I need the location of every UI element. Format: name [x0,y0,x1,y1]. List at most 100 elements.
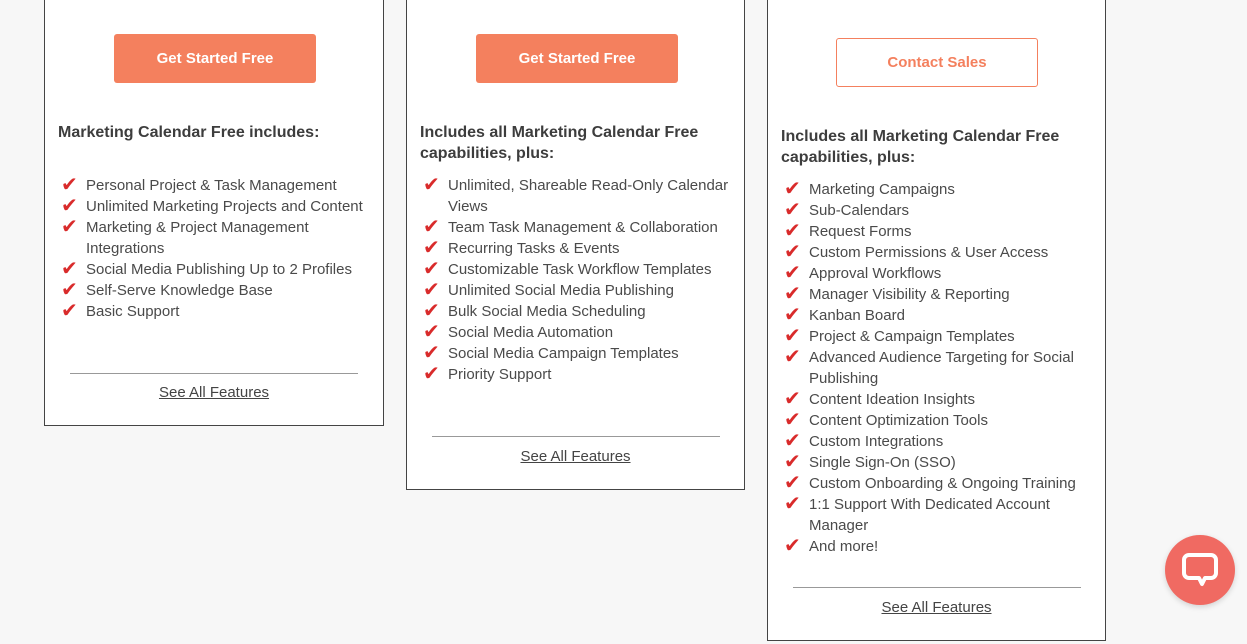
checkmark-icon: ✔ [784,386,801,410]
checkmark-icon: ✔ [423,235,440,259]
feature-item: ✔ Priority Support [420,361,738,385]
feature-label: Marketing & Project Management Integrati… [86,219,309,257]
feature-label: Custom Onboarding & Ongoing Training [809,475,1076,492]
feature-item: ✔ Personal Project & Task Management [58,172,376,196]
feature-label: Request Forms [809,223,912,240]
feature-list: ✔ Marketing Campaigns ✔ Sub-Calendars ✔ Reque… [781,176,1099,557]
checkmark-icon: ✔ [423,319,440,343]
plan-features-heading: Includes all Marketing Calendar Free cap… [420,124,699,162]
plan-card-enterprise: Contact Sales Includes all Marketing Cal… [767,0,1106,641]
chat-button[interactable] [1165,535,1235,605]
feature-item: ✔ 1:1 Support With Dedicated Account Mana… [781,491,1099,536]
feature-label: Advanced Audience Targeting for Social P… [809,349,1074,387]
get-started-free-button[interactable]: Get Started Free [476,34,678,83]
feature-label: Social Media Campaign Templates [448,345,679,362]
feature-item: ✔ Basic Support [58,298,376,322]
see-all-features-link[interactable]: See All Features [768,599,1105,616]
checkmark-icon: ✔ [784,407,801,431]
feature-label: 1:1 Support With Dedicated Account Manag… [809,496,1050,534]
checkmark-icon: ✔ [784,323,801,347]
see-all-features-link[interactable]: See All Features [45,384,383,401]
get-started-free-button[interactable]: Get Started Free [114,34,316,83]
feature-label: Basic Support [86,303,180,320]
feature-item: ✔ Self-Serve Knowledge Base [58,277,376,301]
feature-label: Single Sign-On (SSO) [809,454,956,471]
feature-item: ✔ Manager Visibility & Reporting [781,281,1099,305]
checkmark-icon: ✔ [784,344,801,368]
feature-item: ✔ Social Media Publishing Up to 2 Profile… [58,256,376,280]
feature-list: ✔ Unlimited, Shareable Read-Only Calendar… [420,174,738,385]
feature-label: Manager Visibility & Reporting [809,286,1010,303]
feature-label: And more! [809,538,879,555]
checkmark-icon: ✔ [61,298,78,322]
feature-item: ✔ Custom Onboarding & Ongoing Training [781,472,1099,494]
checkmark-icon: ✔ [784,533,801,557]
checkmark-icon: ✔ [784,428,801,452]
checkmark-icon: ✔ [784,260,801,284]
feature-item: ✔ Project & Campaign Templates [781,323,1099,347]
feature-item: ✔ Advanced Audience Targeting for Social … [781,344,1099,389]
feature-label: Social Media Automation [448,324,614,341]
divider [793,587,1081,588]
divider [432,436,720,437]
feature-item: ✔ Bulk Social Media Scheduling [420,298,738,322]
feature-label: Team Task Management & Collaboration [448,219,718,236]
checkmark-icon: ✔ [423,361,440,385]
feature-item: ✔ And more! [781,533,1099,557]
checkmark-icon: ✔ [784,197,801,221]
checkmark-icon: ✔ [61,193,78,217]
feature-item: ✔ Custom Integrations [781,428,1099,452]
feature-list: ✔ Personal Project & Task Management ✔ Unli… [58,172,376,322]
feature-item: ✔ Marketing Campaigns [781,176,1099,200]
checkmark-icon: ✔ [784,491,801,515]
feature-label: Sub-Calendars [809,202,910,219]
feature-label: Custom Integrations [809,433,944,450]
feature-item: ✔ Unlimited Social Media Publishing [420,277,738,301]
checkmark-icon: ✔ [61,256,78,280]
checkmark-icon: ✔ [423,277,440,301]
checkmark-icon: ✔ [423,340,440,364]
plan-card-pro: Get Started Free Includes all Marketing … [406,0,745,490]
contact-sales-button[interactable]: Contact Sales [836,38,1038,87]
feature-label: Self-Serve Knowledge Base [86,282,273,299]
checkmark-icon: ✔ [784,449,801,473]
feature-label: Marketing Campaigns [809,181,955,198]
feature-item: ✔ Social Media Automation [420,319,738,343]
checkmark-icon: ✔ [784,281,801,305]
checkmark-icon: ✔ [784,218,801,242]
feature-item: ✔ Content Optimization Tools [781,407,1099,431]
feature-item: ✔ Social Media Campaign Templates [420,340,738,364]
feature-item: ✔ Marketing & Project Management Integrat… [58,214,376,259]
feature-label: Priority Support [448,366,552,383]
feature-item: ✔ Approval Workflows [781,260,1099,284]
feature-item: ✔ Unlimited Marketing Projects and Conten… [58,193,376,217]
feature-label: Unlimited, Shareable Read-Only Calendar … [448,177,729,215]
checkmark-icon: ✔ [61,172,78,196]
see-all-features-link[interactable]: See All Features [407,448,744,465]
chat-bubble-icon [1182,553,1218,586]
checkmark-icon: ✔ [784,176,801,200]
checkmark-icon: ✔ [61,214,78,238]
feature-item: ✔ Team Task Management & Collaboration [420,214,738,238]
checkmark-icon: ✔ [784,239,801,263]
checkmark-icon: ✔ [423,256,440,280]
plan-features-heading: Marketing Calendar Free includes: [58,124,320,141]
feature-item: ✔ Sub-Calendars [781,197,1099,221]
feature-label: Social Media Publishing Up to 2 Profiles [86,261,352,278]
checkmark-icon: ✔ [423,298,440,322]
feature-label: Approval Workflows [809,265,942,282]
feature-label: Content Ideation Insights [809,391,975,408]
feature-item: ✔ Request Forms [781,218,1099,242]
plan-card-free: Get Started Free Marketing Calendar Free… [44,0,384,426]
feature-item: ✔ Kanban Board [781,304,1099,326]
feature-item: ✔ Recurring Tasks & Events [420,235,738,259]
feature-label: Kanban Board [809,307,905,324]
feature-item: ✔ Unlimited, Shareable Read-Only Calendar… [420,174,738,217]
divider [70,373,358,374]
feature-item: ✔ Custom Permissions & User Access [781,239,1099,263]
feature-item: ✔ Content Ideation Insights [781,386,1099,410]
feature-label: Bulk Social Media Scheduling [448,303,646,320]
checkmark-icon: ✔ [61,277,78,301]
checkmark-icon: ✔ [423,214,440,238]
feature-label: Unlimited Marketing Projects and Content [86,198,363,215]
